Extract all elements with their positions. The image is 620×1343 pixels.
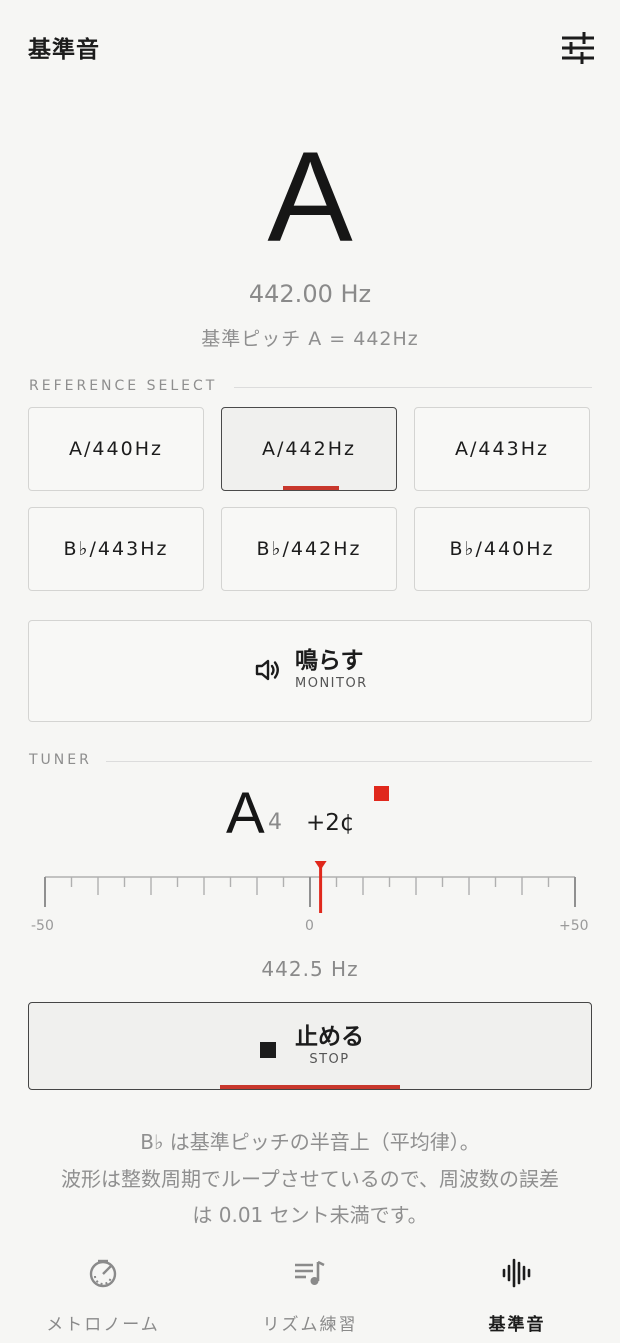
scale-mid-label: 0 [305, 918, 314, 934]
reference-pitch-description: 基準ピッチ A = 442Hz [201, 328, 419, 350]
reference-select-label: REFERENCE SELECT [29, 378, 218, 394]
tuner-note: A [226, 781, 265, 846]
tuner-frequency: 442.5 Hz [261, 957, 359, 981]
stop-button-label: 止める [295, 1024, 364, 1050]
ref-option-a-443[interactable]: A/443Hz [414, 407, 590, 491]
monitor-button-label: 鳴らす [295, 648, 364, 674]
ref-option-bflat-442[interactable]: B♭/442Hz [221, 507, 397, 591]
settings-button[interactable] [558, 28, 598, 68]
waveform-icon [502, 1258, 531, 1288]
ref-option-a-442[interactable]: A/442Hz [221, 407, 397, 491]
page-title: 基準音 [28, 37, 100, 63]
tab-label: メトロノーム [46, 1315, 160, 1335]
tab-metronome[interactable]: メトロノーム [0, 1250, 206, 1343]
ref-option-bflat-443[interactable]: B♭/443Hz [28, 507, 204, 591]
tuner-meter [44, 861, 576, 913]
speaker-icon [255, 659, 279, 680]
stop-button-sublabel: STOP [309, 1052, 350, 1067]
tuner-octave: 4 [268, 810, 282, 835]
playing-indicator [220, 1085, 400, 1089]
reference-select-divider [234, 387, 592, 388]
ref-option-label: A/440Hz [69, 438, 163, 460]
ref-option-label: B♭/440Hz [449, 538, 555, 560]
tuner-status-indicator [374, 786, 389, 801]
info-line-1: B♭ は基準ピッチの半音上（平均律）。 [140, 1130, 480, 1154]
ref-option-label: B♭/443Hz [63, 538, 169, 560]
playlist-note-icon [295, 1260, 325, 1285]
monitor-button-sublabel: MONITOR [295, 676, 368, 691]
metronome-icon [89, 1259, 117, 1288]
ref-option-bflat-440[interactable]: B♭/440Hz [414, 507, 590, 591]
selected-indicator [283, 486, 339, 490]
tab-label: リズム練習 [262, 1315, 358, 1335]
reference-note: A [267, 126, 353, 269]
monitor-button[interactable]: 鳴らす MONITOR [28, 620, 592, 722]
ref-option-label: A/442Hz [262, 438, 356, 460]
tuner-divider [106, 761, 592, 762]
sliders-icon [562, 32, 594, 64]
info-line-3: は 0.01 セント未満です。 [192, 1203, 428, 1227]
tuner-cents: +2¢ [306, 810, 355, 836]
stop-button[interactable]: 止める STOP [28, 1002, 592, 1090]
scale-min-label: -50 [31, 918, 54, 934]
info-line-2: 波形は整数周期でループさせているので、周波数の誤差 [61, 1167, 559, 1191]
tab-label: 基準音 [488, 1315, 546, 1335]
tuner-needle-head [314, 861, 327, 870]
scale-max-label: +50 [559, 918, 589, 934]
reference-frequency: 442.00 Hz [248, 280, 372, 308]
tuner-label: TUNER [29, 752, 92, 768]
tab-reference-tone[interactable]: 基準音 [414, 1250, 620, 1343]
ref-option-label: A/443Hz [455, 438, 549, 460]
tab-rhythm-practice[interactable]: リズム練習 [207, 1250, 413, 1343]
stop-square-icon [260, 1041, 276, 1058]
ref-option-a-440[interactable]: A/440Hz [28, 407, 204, 491]
ref-option-label: B♭/442Hz [256, 538, 362, 560]
